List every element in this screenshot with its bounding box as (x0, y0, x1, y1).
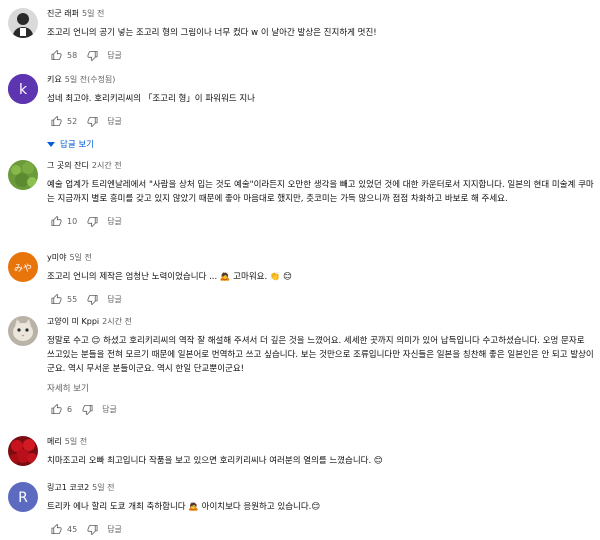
like-button[interactable] (47, 212, 65, 230)
comment-header: 메리 5일 전 (47, 436, 594, 448)
like-count: 52 (67, 116, 78, 126)
comment-time[interactable]: 5일 전(수정됨) (65, 75, 116, 84)
like-count: 55 (67, 294, 78, 304)
avatar[interactable]: k (8, 74, 38, 104)
comment-thread: みや y미야 5일 전 조고리 언니의 제작은 엄청난 노력이었습니다 ... 🙇… (0, 252, 600, 305)
thumbs-down-icon (82, 404, 93, 415)
like-button[interactable] (47, 112, 65, 130)
comment-actions: 55 답글 (47, 290, 594, 308)
comment-author[interactable]: 고양이 미 Kppi (47, 317, 99, 326)
comment-time[interactable]: 2시간 전 (92, 161, 122, 170)
comment-actions: 45 답글 (47, 520, 594, 538)
letter-avatar-icon: みや (8, 252, 38, 282)
reply-button[interactable]: 답글 (107, 524, 122, 535)
thumbs-down-icon (87, 294, 98, 305)
view-replies-button[interactable]: 답글 보기 (47, 138, 594, 150)
comment-time[interactable]: 5일 전 (65, 437, 87, 446)
comment-author[interactable]: y미야 (47, 253, 66, 262)
comment-actions: 10 답글 (47, 212, 594, 230)
red-roses-avatar-icon (8, 436, 38, 466)
thumbs-up-icon (51, 115, 61, 126)
reply-button[interactable]: 답글 (107, 294, 122, 305)
comment-author[interactable]: 그 곳의 잔디 (47, 161, 89, 170)
avatar[interactable]: R (8, 482, 38, 512)
avatar-letter: みや (14, 263, 32, 274)
thumbs-up-icon (51, 403, 61, 414)
thumbs-down-icon (87, 524, 98, 535)
letter-avatar-icon: R (8, 482, 38, 512)
avatar[interactable] (8, 316, 38, 346)
chevron-down-icon (47, 141, 55, 147)
person-silhouette-avatar-icon (8, 8, 38, 38)
cat-avatar-icon (8, 316, 38, 346)
comment-thread: 진군 래퍼 5일 전 조고리 언니의 공기 넣는 조고리 형의 그림이나 너무 컸… (0, 8, 600, 64)
comment-author[interactable]: 진군 래퍼 (47, 9, 79, 18)
thumbs-down-icon (87, 50, 98, 61)
reply-button[interactable]: 답글 (107, 216, 122, 227)
dislike-button[interactable] (83, 112, 101, 130)
comment-text: 섬네 최고야. 호리키리씨의 「조고리 형」이 파워워드 지나 (47, 94, 255, 104)
comment-header: 링고1 코코2 5일 전 (47, 482, 594, 494)
read-more-button[interactable]: 자세히 보기 (47, 382, 594, 394)
avatar-letter: k (19, 82, 28, 98)
thumbs-up-icon (51, 215, 61, 226)
thumbs-down-icon (87, 216, 98, 227)
comment-header: 그 곳의 잔디 2시간 전 (47, 160, 594, 172)
reply-button[interactable]: 답글 (107, 116, 122, 127)
reply-button[interactable]: 답글 (102, 404, 117, 415)
comment-header: 진군 래퍼 5일 전 (47, 8, 594, 20)
comment-text: 치마조고리 오빠 최고입니다 작품을 보고 있으면 호리키리씨나 여러분의 열의… (47, 456, 383, 466)
comment-actions: 58 답글 (47, 46, 594, 64)
avatar-letter: R (18, 490, 28, 506)
like-button[interactable] (47, 400, 65, 418)
comment-thread: 그 곳의 잔디 2시간 전 예술 업계가 트리엔날레에서 "사람을 상처 입는 것… (0, 160, 600, 240)
avatar[interactable] (8, 160, 38, 190)
comment-thread: R 링고1 코코2 5일 전 트리카 에나 할리 도쿄 개최 축하합니다 🙇 아이… (0, 482, 600, 538)
letter-avatar-icon: k (8, 74, 38, 104)
dislike-button[interactable] (78, 400, 96, 418)
dislike-button[interactable] (83, 290, 101, 308)
like-button[interactable] (47, 46, 65, 64)
dislike-button[interactable] (83, 46, 101, 64)
comment-author[interactable]: 키요 (47, 75, 62, 84)
thumbs-up-icon (51, 293, 61, 304)
comment-time[interactable]: 2시간 전 (102, 317, 132, 326)
reply-button[interactable]: 답글 (107, 50, 122, 61)
like-button[interactable] (47, 290, 65, 308)
comment-time[interactable]: 5일 전 (82, 9, 104, 18)
comment-author[interactable]: 메리 (47, 437, 62, 446)
comment-actions: 6 답글 (47, 400, 594, 418)
comment-thread: 메리 5일 전 치마조고리 오빠 최고입니다 작품을 보고 있으면 호리키리씨나 … (0, 436, 600, 480)
view-replies-label: 답글 보기 (60, 140, 94, 150)
avatar[interactable] (8, 436, 38, 466)
comment-header: y미야 5일 전 (47, 252, 594, 264)
like-count: 45 (67, 524, 78, 534)
comment-header: 키요 5일 전(수정됨) (47, 74, 594, 86)
like-count: 6 (67, 404, 73, 414)
comment-time[interactable]: 5일 전 (92, 483, 114, 492)
thumbs-down-icon (87, 116, 98, 127)
dislike-button[interactable] (83, 520, 101, 538)
comment-text: 조고리 언니의 제작은 엄청난 노력이었습니다 ... 🙇 고마워요. 👏 😊 (47, 272, 293, 282)
comment-header: 고양이 미 Kppi 2시간 전 (47, 316, 594, 328)
comment-author[interactable]: 링고1 코코2 (47, 483, 89, 492)
grass-avatar-icon (8, 160, 38, 190)
dislike-button[interactable] (83, 212, 101, 230)
like-count: 10 (67, 216, 78, 226)
comment-text: 정말로 수고 😊 하셨고 호리키리씨의 역작 잘 해설해 주셔서 더 깊은 것을… (47, 336, 594, 374)
comment-actions: 52 답글 (47, 112, 594, 130)
comment-text: 조고리 언니의 공기 넣는 조고리 형의 그림이나 너무 컸다 w 이 날아간 … (47, 28, 377, 38)
comment-time[interactable]: 5일 전 (69, 253, 91, 262)
comment-thread: 고양이 미 Kppi 2시간 전 정말로 수고 😊 하셨고 호리키리씨의 역작 잘… (0, 316, 600, 426)
avatar[interactable]: みや (8, 252, 38, 282)
like-button[interactable] (47, 520, 65, 538)
comment-text: 트리카 에나 할리 도쿄 개최 축하합니다 🙇 아이치보다 응원하고 있습니다.… (47, 502, 321, 512)
comment-text: 예술 업계가 트리엔날레에서 "사람을 상처 입는 것도 예술"이라든지 오만한… (47, 180, 594, 204)
thumbs-up-icon (51, 49, 61, 60)
like-count: 58 (67, 50, 78, 60)
comment-thread: k 키요 5일 전(수정됨) 섬네 최고야. 호리키리씨의 「조고리 형」이 파워… (0, 74, 600, 150)
thumbs-up-icon (51, 523, 61, 534)
avatar[interactable] (8, 8, 38, 38)
